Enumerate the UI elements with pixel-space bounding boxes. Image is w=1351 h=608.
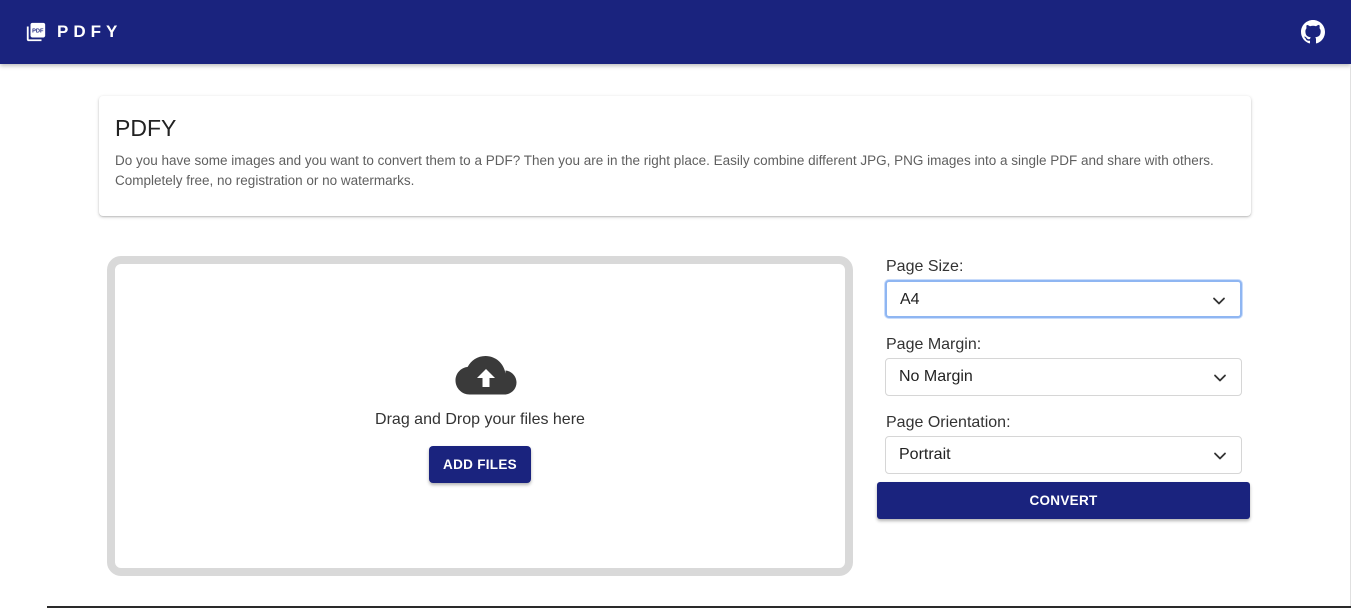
chevron-down-icon xyxy=(1214,452,1226,460)
intro-description: Do you have some images and you want to … xyxy=(115,153,1214,188)
convert-button[interactable]: CONVERT xyxy=(877,482,1250,519)
page-title: PDFY xyxy=(115,115,177,141)
add-files-button[interactable]: ADD FILES xyxy=(429,446,531,483)
svg-text:PDF: PDF xyxy=(32,29,44,35)
app-page: PDF PDFY PDFY Do you have some images an… xyxy=(0,0,1351,608)
pdf-file-icon: PDF xyxy=(26,22,46,42)
page-orientation-label: Page Orientation: xyxy=(886,414,1011,431)
page-margin-select[interactable]: No Margin xyxy=(885,358,1242,396)
page-orientation-value: Portrait xyxy=(899,446,951,463)
chevron-down-icon xyxy=(1214,374,1226,382)
intro-card: PDFY Do you have some images and you wan… xyxy=(99,96,1251,216)
page-margin-value: No Margin xyxy=(899,368,973,385)
page-size-value: A4 xyxy=(900,291,920,308)
github-icon[interactable] xyxy=(1301,20,1325,44)
page-orientation-select[interactable]: Portrait xyxy=(885,436,1242,474)
dropzone-text: Drag and Drop your files here xyxy=(375,411,585,428)
page-size-label: Page Size: xyxy=(886,258,964,275)
page-margin-label: Page Margin: xyxy=(886,336,982,353)
chevron-down-icon xyxy=(1213,297,1225,305)
brand[interactable]: PDF PDFY xyxy=(25,21,122,43)
brand-name: PDFY xyxy=(57,22,123,41)
file-dropzone[interactable]: Drag and Drop your files here ADD FILES xyxy=(107,256,853,576)
cloud-upload-icon xyxy=(455,356,517,395)
page-size-select[interactable]: A4 xyxy=(885,280,1242,318)
app-header: PDF PDFY xyxy=(0,0,1351,64)
